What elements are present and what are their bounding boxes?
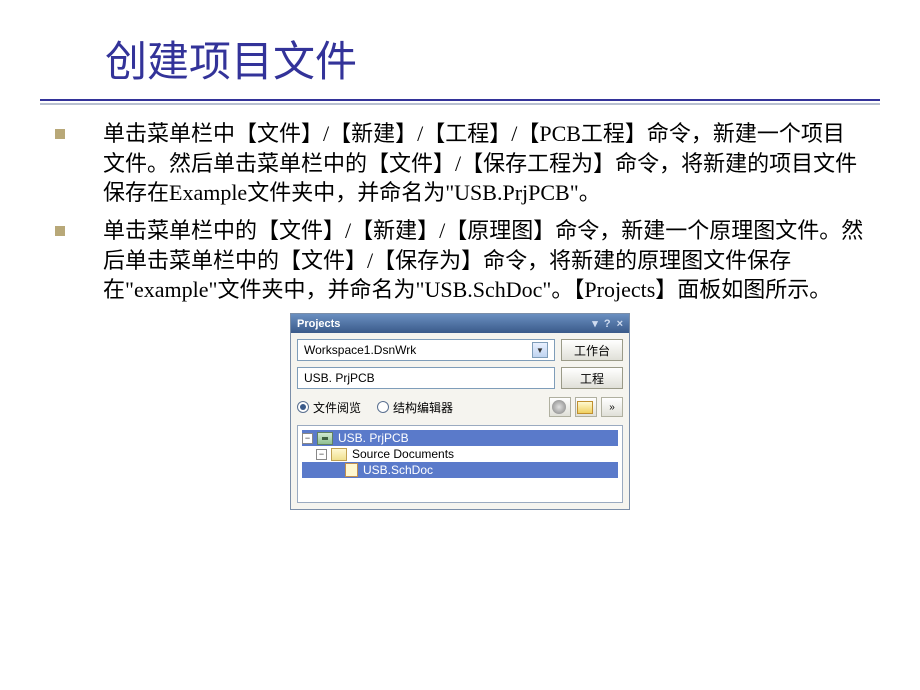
folder-icon bbox=[331, 448, 347, 461]
tree-folder-node[interactable]: − Source Documents bbox=[302, 446, 618, 462]
workspace-row: Workspace1.DsnWrk ▼ 工作台 bbox=[297, 339, 623, 361]
bullet-item-1: 单击菜单栏中【文件】/【新建】/【工程】/【PCB工程】命令，新建一个项目文件。… bbox=[55, 119, 865, 208]
content-area: 单击菜单栏中【文件】/【新建】/【工程】/【PCB工程】命令，新建一个项目文件。… bbox=[0, 101, 920, 510]
radio-structure-editor[interactable] bbox=[377, 401, 389, 413]
bullet-marker-icon bbox=[55, 226, 65, 236]
workspace-dropdown[interactable]: Workspace1.DsnWrk ▼ bbox=[297, 339, 555, 361]
project-field[interactable]: USB. PrjPCB bbox=[297, 367, 555, 389]
project-icon bbox=[317, 432, 333, 445]
workspace-value: Workspace1.DsnWrk bbox=[304, 343, 416, 357]
tree-collapse-icon[interactable]: − bbox=[302, 433, 313, 444]
document-icon bbox=[345, 463, 358, 477]
dropdown-arrow-icon[interactable]: ▼ bbox=[532, 342, 548, 358]
toolbar-disk-icon[interactable] bbox=[549, 397, 571, 417]
radio-structure-editor-label: 结构编辑器 bbox=[393, 399, 453, 416]
toolbar-menu-icon[interactable]: » bbox=[601, 397, 623, 417]
radio-file-view-label: 文件阅览 bbox=[313, 399, 361, 416]
workspace-button[interactable]: 工作台 bbox=[561, 339, 623, 361]
project-row: USB. PrjPCB 工程 bbox=[297, 367, 623, 389]
radio-group: 文件阅览 结构编辑器 bbox=[297, 399, 545, 416]
tree-collapse-icon[interactable]: − bbox=[316, 449, 327, 460]
project-value: USB. PrjPCB bbox=[304, 371, 375, 385]
titlebar-controls: ▾ ? × bbox=[592, 317, 623, 330]
panel-body: Workspace1.DsnWrk ▼ 工作台 USB. PrjPCB 工程 文… bbox=[291, 333, 629, 509]
tree-project-node[interactable]: − USB. PrjPCB bbox=[302, 430, 618, 446]
panel-menu-icon[interactable]: ▾ bbox=[592, 317, 598, 330]
panel-close-icon[interactable]: × bbox=[617, 318, 623, 330]
panel-wrapper: Projects ▾ ? × Workspace1.DsnWrk ▼ 工作台 bbox=[55, 313, 865, 510]
tree-file-label: USB.SchDoc bbox=[363, 463, 433, 477]
bullet-text-2: 单击菜单栏中的【文件】/【新建】/【原理图】命令，新建一个原理图文件。然后单击菜… bbox=[103, 216, 865, 305]
tree-file-node[interactable]: USB.SchDoc bbox=[302, 462, 618, 478]
bullet-item-2: 单击菜单栏中的【文件】/【新建】/【原理图】命令，新建一个原理图文件。然后单击菜… bbox=[55, 216, 865, 305]
tree-folder-label: Source Documents bbox=[352, 447, 454, 461]
view-mode-row: 文件阅览 结构编辑器 » bbox=[297, 395, 623, 419]
panel-title: Projects bbox=[297, 318, 340, 330]
project-button[interactable]: 工程 bbox=[561, 367, 623, 389]
slide-title: 创建项目文件 bbox=[0, 0, 920, 89]
bullet-marker-icon bbox=[55, 129, 65, 139]
toolbar-folder-icon[interactable] bbox=[575, 397, 597, 417]
projects-panel: Projects ▾ ? × Workspace1.DsnWrk ▼ 工作台 bbox=[290, 313, 630, 510]
radio-file-view[interactable] bbox=[297, 401, 309, 413]
tree-project-label: USB. PrjPCB bbox=[338, 431, 409, 445]
panel-titlebar: Projects ▾ ? × bbox=[291, 314, 629, 333]
bullet-text-1: 单击菜单栏中【文件】/【新建】/【工程】/【PCB工程】命令，新建一个项目文件。… bbox=[103, 119, 865, 208]
panel-help-icon[interactable]: ? bbox=[604, 318, 611, 330]
file-tree: − USB. PrjPCB − Source Documents USB.Sch… bbox=[297, 425, 623, 503]
